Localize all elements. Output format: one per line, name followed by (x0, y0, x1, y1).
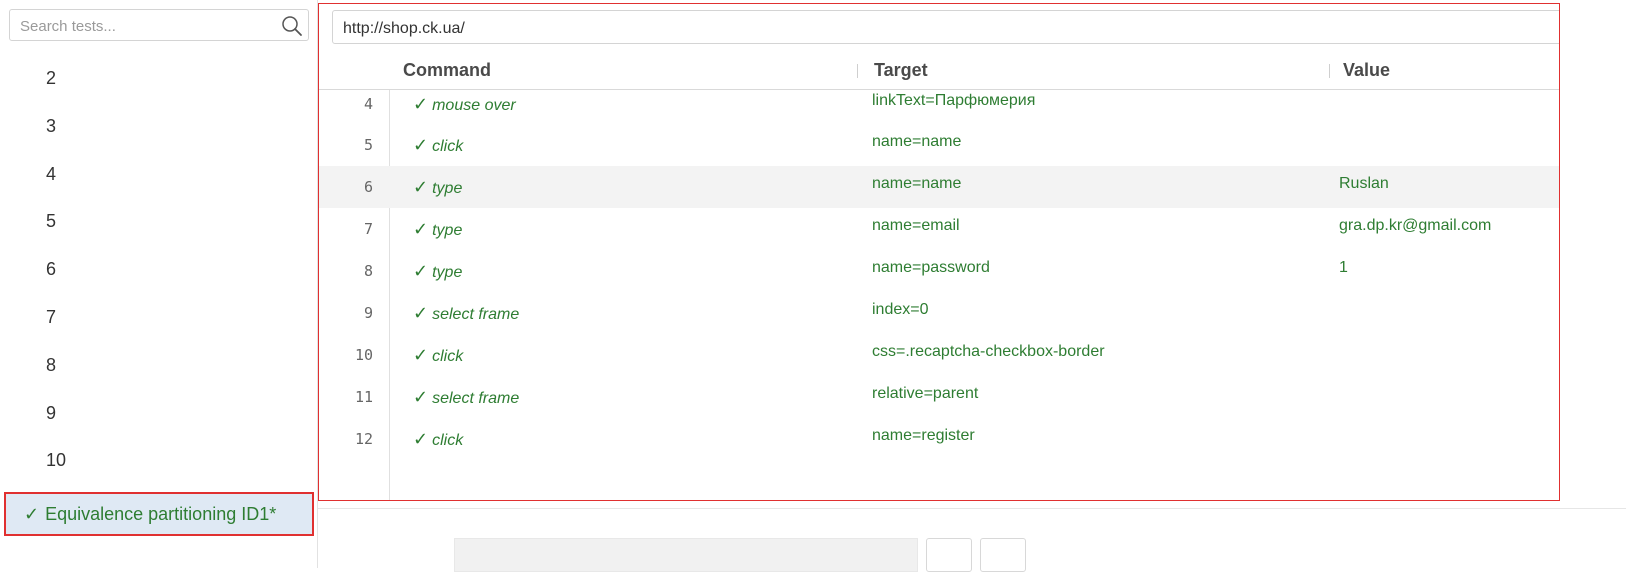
test-item[interactable]: 9 (0, 390, 318, 438)
column-resize-handle[interactable] (1329, 64, 1330, 78)
test-item[interactable]: 3 (0, 103, 318, 151)
command-cell[interactable]: ✓ click (413, 429, 463, 450)
column-header-target[interactable]: Target (874, 60, 928, 81)
target-cell[interactable]: name=name (872, 133, 961, 151)
check-icon: ✓ (413, 261, 429, 281)
divider (318, 508, 1626, 509)
command-cell[interactable]: ✓ mouse over (413, 94, 516, 115)
line-number: 6 (363, 178, 373, 196)
target-cell[interactable]: name=register (872, 427, 975, 445)
base-url-input[interactable] (341, 17, 1545, 41)
table-row[interactable]: 7 ✓ type name=email gra.dp.kr@gmail.com (319, 208, 1559, 250)
command-name: type (432, 180, 463, 197)
command-name: type (432, 222, 463, 239)
target-cell[interactable]: name=name (872, 175, 961, 193)
target-cell[interactable]: index=0 (872, 301, 929, 319)
command-name: select frame (432, 390, 520, 407)
value-cell[interactable]: gra.dp.kr@gmail.com (1339, 217, 1491, 235)
line-number: 12 (354, 430, 373, 448)
command-cell[interactable]: ✓ select frame (413, 387, 519, 408)
command-name: click (432, 432, 464, 449)
line-number: 5 (363, 136, 373, 154)
value-cell[interactable]: 1 (1339, 259, 1348, 277)
check-icon: ✓ (413, 135, 429, 155)
command-name: mouse over (432, 97, 516, 114)
test-item[interactable]: 6 (0, 246, 318, 294)
target-cell[interactable]: name=password (872, 259, 990, 277)
test-item[interactable]: 2 (0, 55, 318, 103)
command-cell[interactable]: ✓ type (413, 177, 462, 198)
check-icon: ✓ (413, 219, 429, 239)
table-row[interactable]: 9 ✓ select frame index=0 (319, 292, 1559, 334)
table-row[interactable]: 8 ✓ type name=password 1 (319, 250, 1559, 292)
table-row[interactable]: 5 ✓ click name=name (319, 124, 1559, 166)
column-header-command[interactable]: Command (403, 60, 491, 81)
command-cell[interactable]: ✓ type (413, 261, 462, 282)
test-item[interactable]: 4 (0, 151, 318, 199)
target-cell[interactable]: relative=parent (872, 385, 978, 403)
test-item[interactable]: 8 (0, 342, 318, 390)
command-input[interactable] (454, 538, 918, 572)
check-icon: ✓ (413, 303, 429, 323)
table-row[interactable]: 10 ✓ click css=.recaptcha-checkbox-border (319, 334, 1559, 376)
check-icon: ✓ (413, 387, 429, 407)
check-icon: ✓ (413, 345, 429, 365)
base-url-bar[interactable] (332, 10, 1559, 44)
command-table: 4 ✓ mouse over linkText=Парфюмерия 5 ✓ click na… (319, 90, 1559, 460)
target-cell[interactable]: name=email (872, 217, 960, 235)
selected-test-item[interactable]: ✓ Equivalence partitioning ID1* (4, 492, 314, 536)
command-button[interactable] (926, 538, 972, 572)
test-item[interactable]: 5 (0, 198, 318, 246)
check-icon: ✓ (413, 429, 429, 449)
command-cell[interactable]: ✓ select frame (413, 303, 519, 324)
line-number: 11 (354, 388, 373, 406)
line-number: 10 (354, 346, 373, 364)
table-row[interactable]: 12 ✓ click name=register (319, 418, 1559, 460)
table-row[interactable]: 4 ✓ mouse over linkText=Парфюмерия (319, 90, 1559, 124)
line-number: 8 (363, 262, 373, 280)
table-row[interactable]: 6 ✓ type name=name Ruslan (319, 166, 1559, 208)
line-number: 4 (363, 95, 373, 113)
command-name: type (432, 264, 463, 281)
line-number: 7 (363, 220, 373, 238)
test-item[interactable]: 7 (0, 294, 318, 342)
table-header: Command Target Value (319, 50, 1559, 90)
command-cell[interactable]: ✓ type (413, 219, 462, 240)
selected-test-label: Equivalence partitioning ID1* (45, 504, 277, 524)
search-icon[interactable] (280, 14, 304, 38)
test-sidebar: 2 3 4 5 6 7 8 9 10 ✓Equivalence partitio… (0, 0, 318, 568)
check-icon: ✓ (413, 177, 429, 197)
test-item[interactable]: 10 (0, 437, 318, 485)
check-icon: ✓ (24, 504, 40, 524)
value-cell[interactable]: Ruslan (1339, 175, 1389, 193)
command-cell[interactable]: ✓ click (413, 135, 463, 156)
command-editor-area (318, 504, 1626, 572)
line-number: 9 (363, 304, 373, 322)
search-input[interactable] (18, 14, 272, 38)
command-cell[interactable]: ✓ click (413, 345, 463, 366)
column-header-value[interactable]: Value (1343, 60, 1390, 81)
command-name: select frame (432, 306, 520, 323)
command-button[interactable] (980, 538, 1026, 572)
table-row[interactable]: 11 ✓ select frame relative=parent (319, 376, 1559, 418)
search-box[interactable] (9, 9, 309, 41)
target-cell[interactable]: linkText=Парфюмерия (872, 92, 1035, 110)
check-icon: ✓ (413, 94, 429, 114)
test-list: 2 3 4 5 6 7 8 9 10 ✓ Equivalence partitio… (0, 55, 318, 536)
column-resize-handle[interactable] (857, 64, 858, 78)
command-name: click (432, 138, 464, 155)
test-editor-panel: Command Target Value 4✓mouse overlinkTex… (318, 3, 1560, 501)
target-cell[interactable]: css=.recaptcha-checkbox-border (872, 343, 1105, 361)
command-name: click (432, 348, 464, 365)
